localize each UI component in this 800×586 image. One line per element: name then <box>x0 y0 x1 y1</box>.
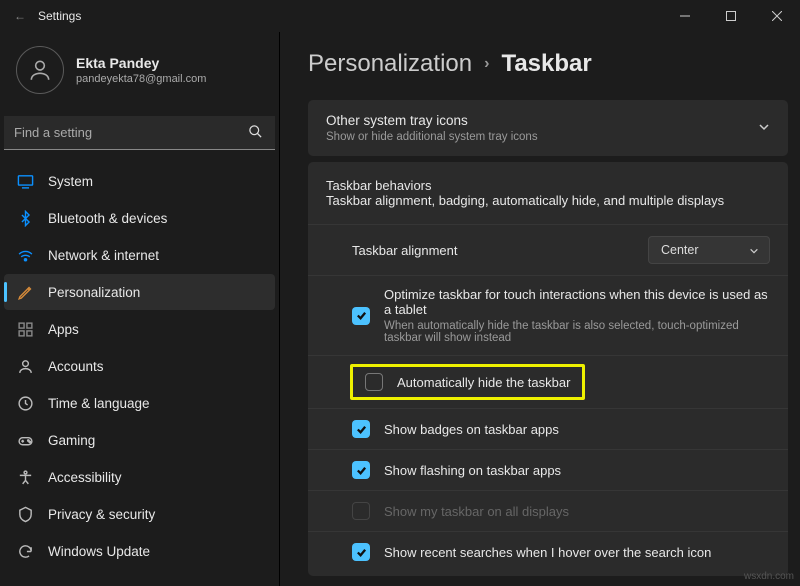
panel-taskbar-behaviors: Taskbar behaviors Taskbar alignment, bad… <box>308 162 788 576</box>
sidebar: Ekta Pandey pandeyekta78@gmail.com Syste… <box>0 32 280 586</box>
row-label: Show flashing on taskbar apps <box>384 463 561 478</box>
row-all-displays: Show my taskbar on all displays <box>308 490 788 531</box>
page-title: Taskbar <box>501 50 591 78</box>
sidebar-item-accessibility[interactable]: Accessibility <box>4 459 275 495</box>
row-label: Optimize taskbar for touch interactions … <box>384 287 770 317</box>
panel-title: Other system tray icons <box>326 113 538 128</box>
panel-subtitle: Show or hide additional system tray icon… <box>326 131 538 143</box>
behaviors-header[interactable]: Taskbar behaviors Taskbar alignment, bad… <box>308 162 788 224</box>
titlebar: ← Settings <box>0 0 800 32</box>
system-icon <box>16 172 34 190</box>
row-label: Automatically hide the taskbar <box>397 375 570 390</box>
bluetooth-icon <box>16 209 34 227</box>
row-label: Taskbar alignment <box>352 243 458 258</box>
sidebar-item-label: Accessibility <box>48 470 122 485</box>
maximize-button[interactable] <box>708 0 754 32</box>
shield-icon <box>16 505 34 523</box>
chevron-down-icon <box>749 245 759 259</box>
row-label: Show badges on taskbar apps <box>384 422 559 437</box>
checkbox-checked[interactable] <box>352 461 370 479</box>
chevron-down-icon <box>758 121 770 136</box>
checkbox-checked[interactable] <box>352 543 370 561</box>
sidebar-item-label: Network & internet <box>48 248 159 263</box>
highlight-box: Automatically hide the taskbar <box>350 364 585 400</box>
checkbox-unchecked[interactable] <box>365 373 383 391</box>
nav: System Bluetooth & devices Network & int… <box>0 162 279 586</box>
sidebar-item-accounts[interactable]: Accounts <box>4 348 275 384</box>
row-sub: When automatically hide the taskbar is a… <box>384 320 770 344</box>
row-recent-searches[interactable]: Show recent searches when I hover over t… <box>308 531 788 572</box>
apps-icon <box>16 320 34 338</box>
search-input[interactable] <box>4 116 275 150</box>
checkbox-checked[interactable] <box>352 307 370 325</box>
sidebar-item-label: Windows Update <box>48 544 150 559</box>
user-email: pandeyekta78@gmail.com <box>76 73 206 85</box>
update-icon <box>16 542 34 560</box>
content: Personalization › Taskbar Other system t… <box>280 32 800 586</box>
sidebar-item-system[interactable]: System <box>4 163 275 199</box>
sidebar-item-update[interactable]: Windows Update <box>4 533 275 569</box>
window-title: Settings <box>38 9 81 23</box>
panel-system-tray[interactable]: Other system tray icons Show or hide add… <box>308 100 788 156</box>
sidebar-item-gaming[interactable]: Gaming <box>4 422 275 458</box>
sidebar-item-label: System <box>48 174 93 189</box>
breadcrumb-parent[interactable]: Personalization <box>308 50 472 78</box>
row-optimize-touch[interactable]: Optimize taskbar for touch interactions … <box>308 275 788 355</box>
user-name: Ekta Pandey <box>76 55 206 71</box>
sidebar-item-label: Time & language <box>48 396 150 411</box>
watermark: wsxdn.com <box>744 571 794 582</box>
search-box[interactable] <box>4 116 275 150</box>
sidebar-item-label: Personalization <box>48 285 140 300</box>
sidebar-item-privacy[interactable]: Privacy & security <box>4 496 275 532</box>
row-label: Show recent searches when I hover over t… <box>384 545 711 560</box>
sidebar-item-label: Privacy & security <box>48 507 155 522</box>
clock-icon <box>16 394 34 412</box>
breadcrumb: Personalization › Taskbar <box>308 50 788 78</box>
panel-subtitle: Taskbar alignment, badging, automaticall… <box>326 193 724 208</box>
checkbox-checked[interactable] <box>352 420 370 438</box>
sidebar-item-label: Gaming <box>48 433 95 448</box>
paint-icon <box>16 283 34 301</box>
sidebar-item-time[interactable]: Time & language <box>4 385 275 421</box>
avatar <box>16 46 64 94</box>
person-icon <box>16 357 34 375</box>
dropdown-value: Center <box>661 243 699 257</box>
sidebar-item-label: Apps <box>48 322 79 337</box>
back-button[interactable]: ← <box>14 9 26 23</box>
row-auto-hide[interactable]: Automatically hide the taskbar <box>308 355 788 408</box>
chevron-right-icon: › <box>484 55 489 73</box>
user-block[interactable]: Ekta Pandey pandeyekta78@gmail.com <box>0 32 279 112</box>
row-taskbar-alignment: Taskbar alignment Center <box>308 224 788 275</box>
sidebar-item-personalization[interactable]: Personalization <box>4 274 275 310</box>
sidebar-item-network[interactable]: Network & internet <box>4 237 275 273</box>
minimize-button[interactable] <box>662 0 708 32</box>
close-button[interactable] <box>754 0 800 32</box>
sidebar-item-label: Bluetooth & devices <box>48 211 167 226</box>
gaming-icon <box>16 431 34 449</box>
row-label: Show my taskbar on all displays <box>384 504 569 519</box>
accessibility-icon <box>16 468 34 486</box>
search-icon <box>248 124 263 142</box>
alignment-dropdown[interactable]: Center <box>648 236 770 264</box>
sidebar-item-bluetooth[interactable]: Bluetooth & devices <box>4 200 275 236</box>
sidebar-item-apps[interactable]: Apps <box>4 311 275 347</box>
panel-title: Taskbar behaviors <box>326 178 724 193</box>
row-flashing[interactable]: Show flashing on taskbar apps <box>308 449 788 490</box>
row-badges[interactable]: Show badges on taskbar apps <box>308 408 788 449</box>
sidebar-item-label: Accounts <box>48 359 104 374</box>
checkbox-disabled <box>352 502 370 520</box>
wifi-icon <box>16 246 34 264</box>
